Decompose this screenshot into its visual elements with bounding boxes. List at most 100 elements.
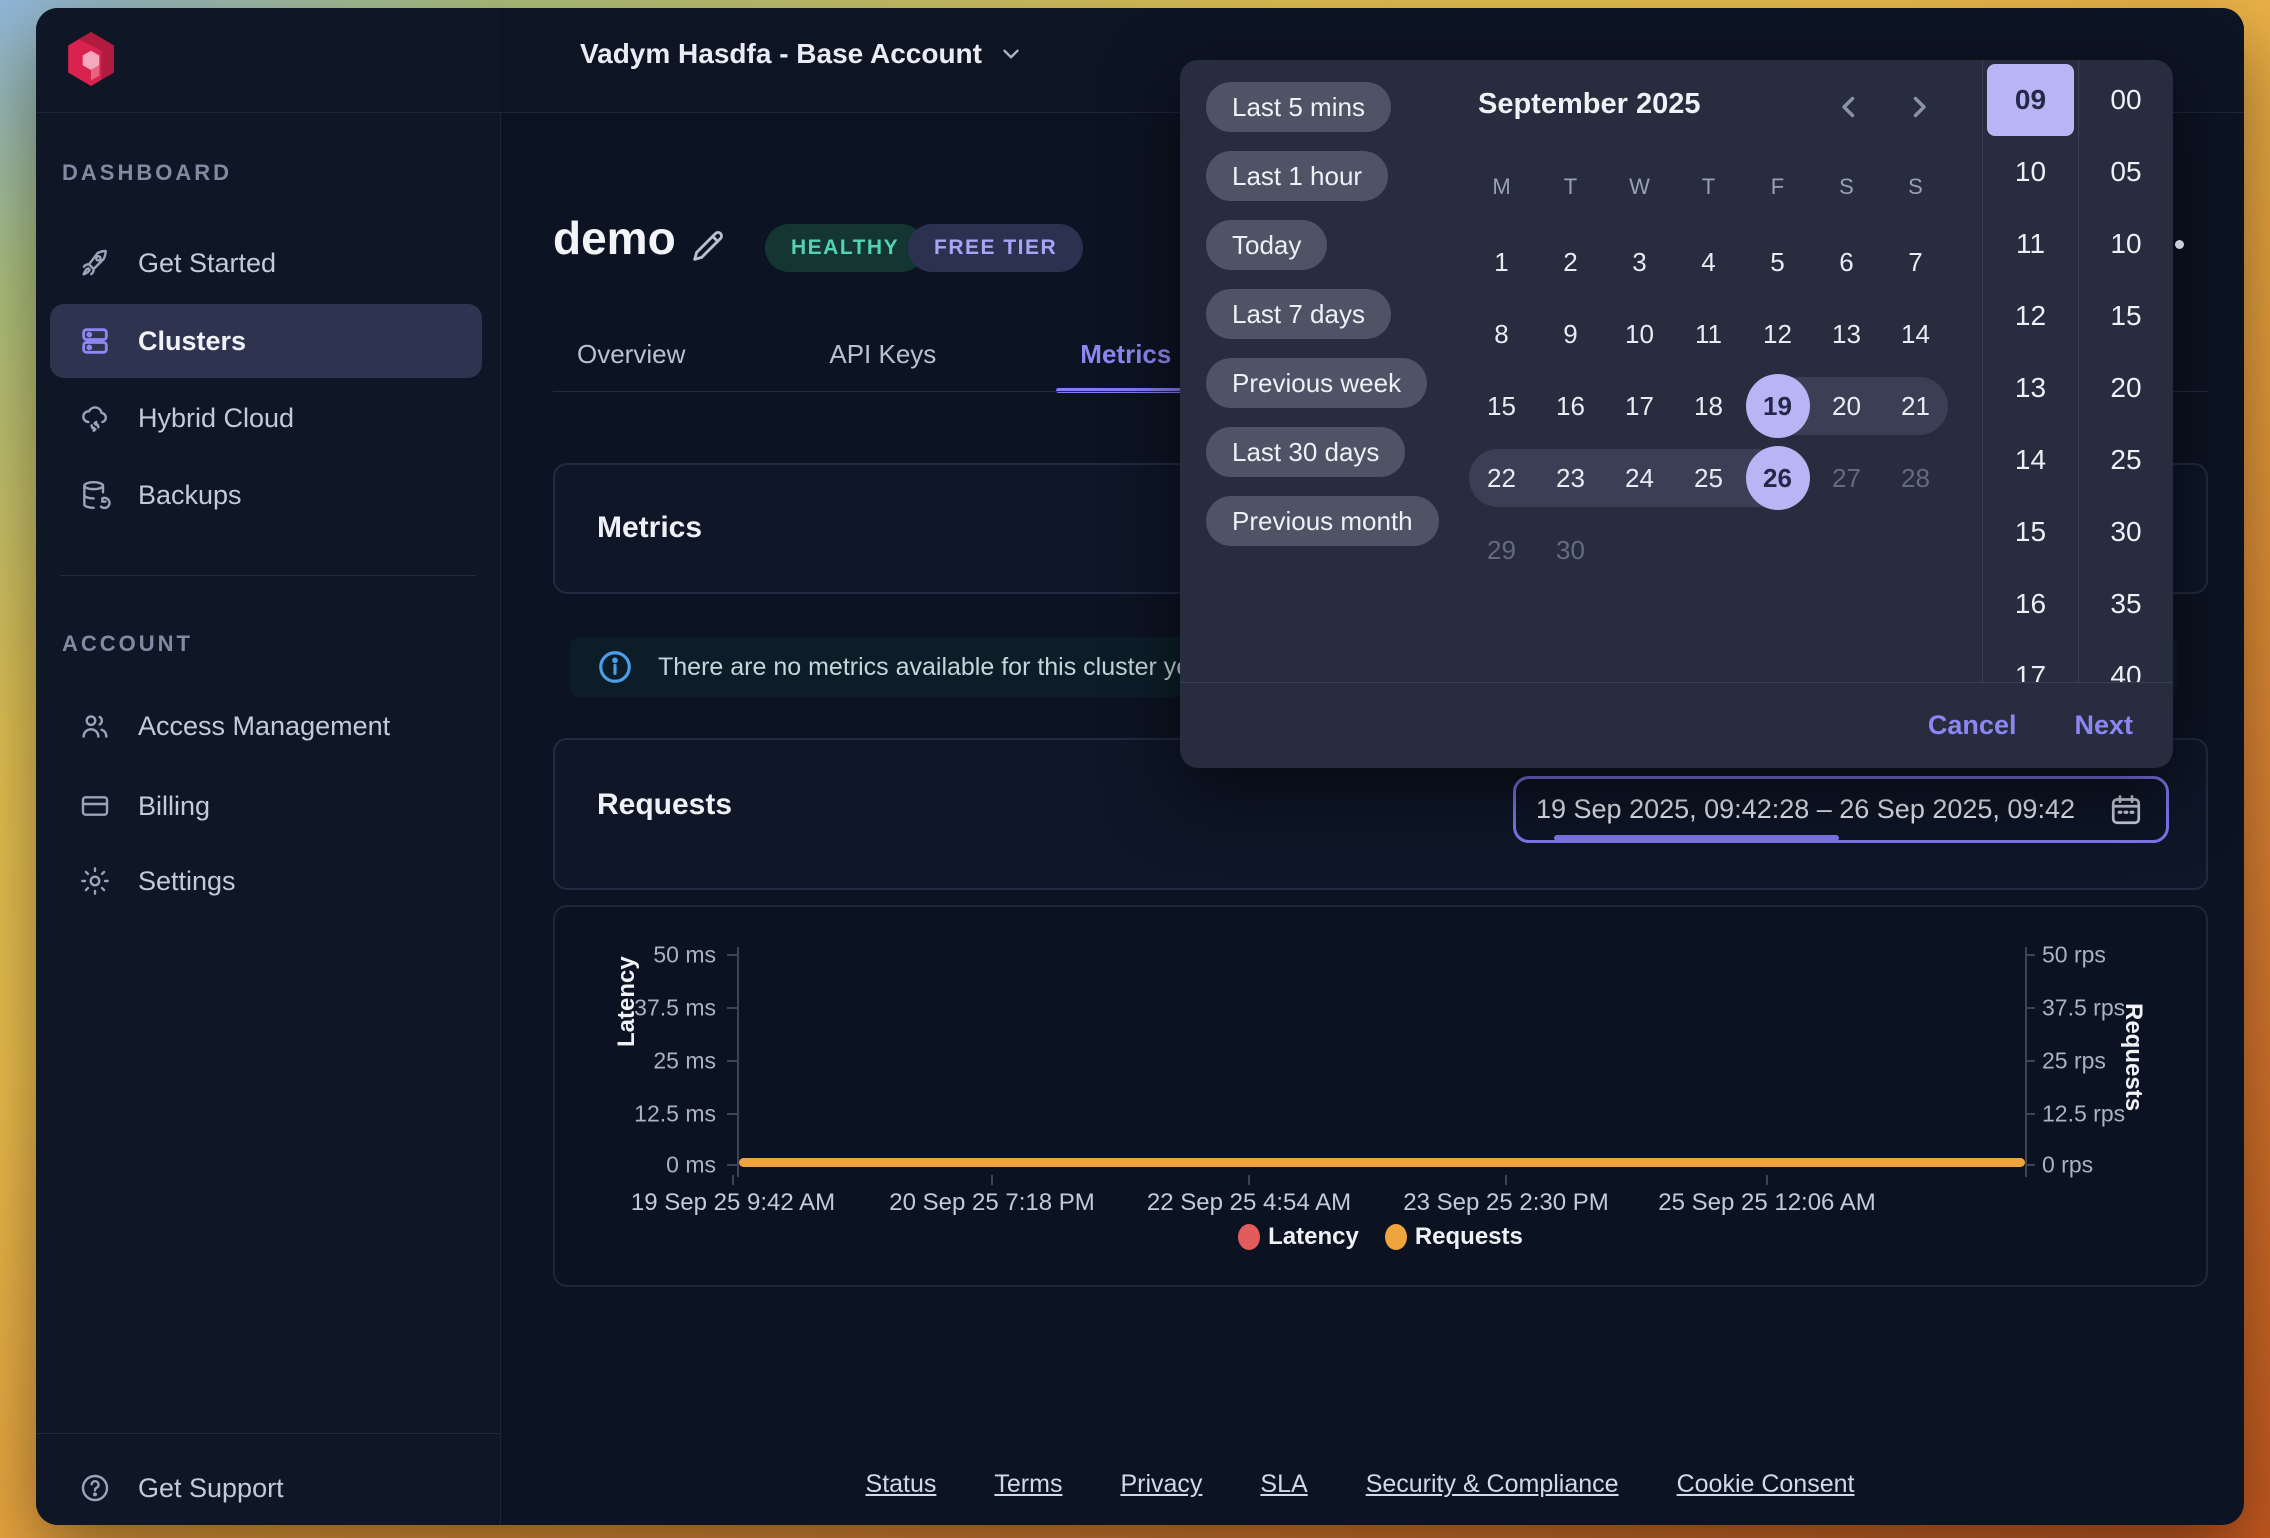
quick-option-previous-week[interactable]: Previous week (1206, 358, 1427, 408)
legend-item-latency[interactable]: Latency (1238, 1223, 1359, 1251)
calendar-day[interactable]: 15 (1467, 370, 1536, 442)
hour-option[interactable]: 17 (1983, 640, 2078, 682)
day-number: 23 (1539, 446, 1603, 510)
calendar-day[interactable]: 8 (1467, 298, 1536, 370)
quick-option-today[interactable]: Today (1206, 220, 1327, 270)
hour-option[interactable]: 15 (1983, 496, 2078, 568)
hour-option[interactable]: 12 (1983, 280, 2078, 352)
calendar-day[interactable]: 1 (1467, 226, 1536, 298)
hour-option[interactable]: 16 (1983, 568, 2078, 640)
edit-pencil-icon[interactable] (688, 226, 728, 266)
tab-api-keys[interactable]: API Keys (805, 325, 960, 391)
calendar-day[interactable]: 19 (1743, 370, 1812, 442)
calendar-icon[interactable] (2108, 792, 2144, 828)
legend-label: Latency (1268, 1223, 1359, 1251)
tab-metrics[interactable]: Metrics (1056, 325, 1195, 391)
account-selector[interactable]: Vadym Hasdfa - Base Account (580, 38, 1024, 70)
minute-option[interactable]: 00 (2079, 64, 2173, 136)
calendar-grid: 1234567891011121314151617181920212223242… (1467, 226, 1950, 586)
weekday-header: S (1881, 172, 1950, 202)
requests-dot-icon (1385, 1224, 1407, 1250)
sidebar-item-access-management[interactable]: Access Management (50, 697, 482, 755)
calendar-day[interactable]: 30 (1536, 514, 1605, 586)
x-axis-label: 25 Sep 25 12:06 AM (1658, 1189, 1876, 1217)
calendar-day[interactable]: 23 (1536, 442, 1605, 514)
hour-option[interactable]: 14 (1983, 424, 2078, 496)
weekday-header: T (1674, 172, 1743, 202)
tick-mark (727, 1164, 737, 1166)
calendar-day[interactable]: 10 (1605, 298, 1674, 370)
calendar-day[interactable]: 18 (1674, 370, 1743, 442)
calendar-day[interactable]: 25 (1674, 442, 1743, 514)
calendar-day[interactable]: 14 (1881, 298, 1950, 370)
minute-option[interactable]: 40 (2079, 640, 2173, 682)
quick-option-previous-month[interactable]: Previous month (1206, 496, 1439, 546)
date-range-input[interactable]: 19 Sep 2025, 09:42:28 – 26 Sep 2025, 09:… (1513, 776, 2169, 843)
calendar-day[interactable]: 7 (1881, 226, 1950, 298)
calendar-day[interactable]: 4 (1674, 226, 1743, 298)
next-button[interactable]: Next (2074, 710, 2133, 741)
minute-option[interactable]: 05 (2079, 136, 2173, 208)
day-number: 18 (1677, 374, 1741, 438)
calendar-day[interactable]: 17 (1605, 370, 1674, 442)
footer-link-terms[interactable]: Terms (994, 1470, 1062, 1499)
hour-option[interactable]: 09 (1987, 64, 2074, 136)
calendar-day[interactable]: 24 (1605, 442, 1674, 514)
calendar-day[interactable]: 9 (1536, 298, 1605, 370)
tab-overview[interactable]: Overview (553, 325, 709, 391)
calendar-day[interactable]: 12 (1743, 298, 1812, 370)
footer-link-sla[interactable]: SLA (1260, 1470, 1307, 1499)
day-number: 2 (1539, 230, 1603, 294)
minute-option[interactable]: 30 (2079, 496, 2173, 568)
calendar-day[interactable]: 3 (1605, 226, 1674, 298)
hour-option[interactable]: 13 (1983, 352, 2078, 424)
scroll-indicator-dot[interactable] (2175, 240, 2184, 249)
hour-option[interactable]: 11 (1983, 208, 2078, 280)
legend-item-requests[interactable]: Requests (1385, 1223, 1523, 1251)
calendar-day[interactable]: 13 (1812, 298, 1881, 370)
calendar-day[interactable]: 2 (1536, 226, 1605, 298)
weekday-header: T (1536, 172, 1605, 202)
calendar-day[interactable]: 21 (1881, 370, 1950, 442)
calendar-day[interactable]: 11 (1674, 298, 1743, 370)
sidebar-item-hybrid-cloud[interactable]: Hybrid Cloud (50, 389, 482, 447)
requests-series-line (739, 1158, 2025, 1167)
footer-link-privacy[interactable]: Privacy (1120, 1470, 1202, 1499)
calendar-prev-icon[interactable] (1832, 90, 1866, 124)
sidebar-item-backups[interactable]: Backups (50, 466, 482, 524)
footer-link-security-compliance[interactable]: Security & Compliance (1366, 1470, 1619, 1499)
calendar-day[interactable]: 22 (1467, 442, 1536, 514)
tick-mark (2025, 1164, 2035, 1166)
calendar-day[interactable]: 27 (1812, 442, 1881, 514)
calendar-day[interactable]: 20 (1812, 370, 1881, 442)
sidebar-item-billing[interactable]: Billing (50, 777, 482, 835)
calendar-day[interactable]: 28 (1881, 442, 1950, 514)
calendar-day[interactable]: 29 (1467, 514, 1536, 586)
minute-option[interactable]: 35 (2079, 568, 2173, 640)
calendar-day[interactable]: 26 (1743, 442, 1812, 514)
minute-option[interactable]: 10 (2079, 208, 2173, 280)
minute-option[interactable]: 20 (2079, 352, 2173, 424)
calendar-next-icon[interactable] (1902, 90, 1936, 124)
sidebar-item-label: Clusters (138, 326, 246, 357)
quick-option-last-5-mins[interactable]: Last 5 mins (1206, 82, 1391, 132)
sidebar-divider (60, 575, 476, 576)
footer-link-status[interactable]: Status (866, 1470, 937, 1499)
sidebar-item-get-started[interactable]: Get Started (50, 234, 482, 292)
sidebar-item-get-support[interactable]: Get Support (50, 1459, 482, 1517)
info-icon (596, 648, 634, 686)
quick-option-last-30-days[interactable]: Last 30 days (1206, 427, 1405, 477)
calendar-day[interactable]: 6 (1812, 226, 1881, 298)
sidebar-item-settings[interactable]: Settings (50, 852, 482, 910)
minute-option[interactable]: 15 (2079, 280, 2173, 352)
calendar-day[interactable]: 5 (1743, 226, 1812, 298)
sidebar-item-clusters[interactable]: Clusters (50, 304, 482, 378)
footer-link-cookie-consent[interactable]: Cookie Consent (1677, 1470, 1855, 1499)
quick-option-last-7-days[interactable]: Last 7 days (1206, 289, 1391, 339)
quick-option-last-1-hour[interactable]: Last 1 hour (1206, 151, 1388, 201)
hour-option[interactable]: 10 (1983, 136, 2078, 208)
cancel-button[interactable]: Cancel (1928, 710, 2017, 741)
minute-option[interactable]: 25 (2079, 424, 2173, 496)
calendar-day[interactable]: 16 (1536, 370, 1605, 442)
chevron-down-icon (998, 41, 1024, 67)
